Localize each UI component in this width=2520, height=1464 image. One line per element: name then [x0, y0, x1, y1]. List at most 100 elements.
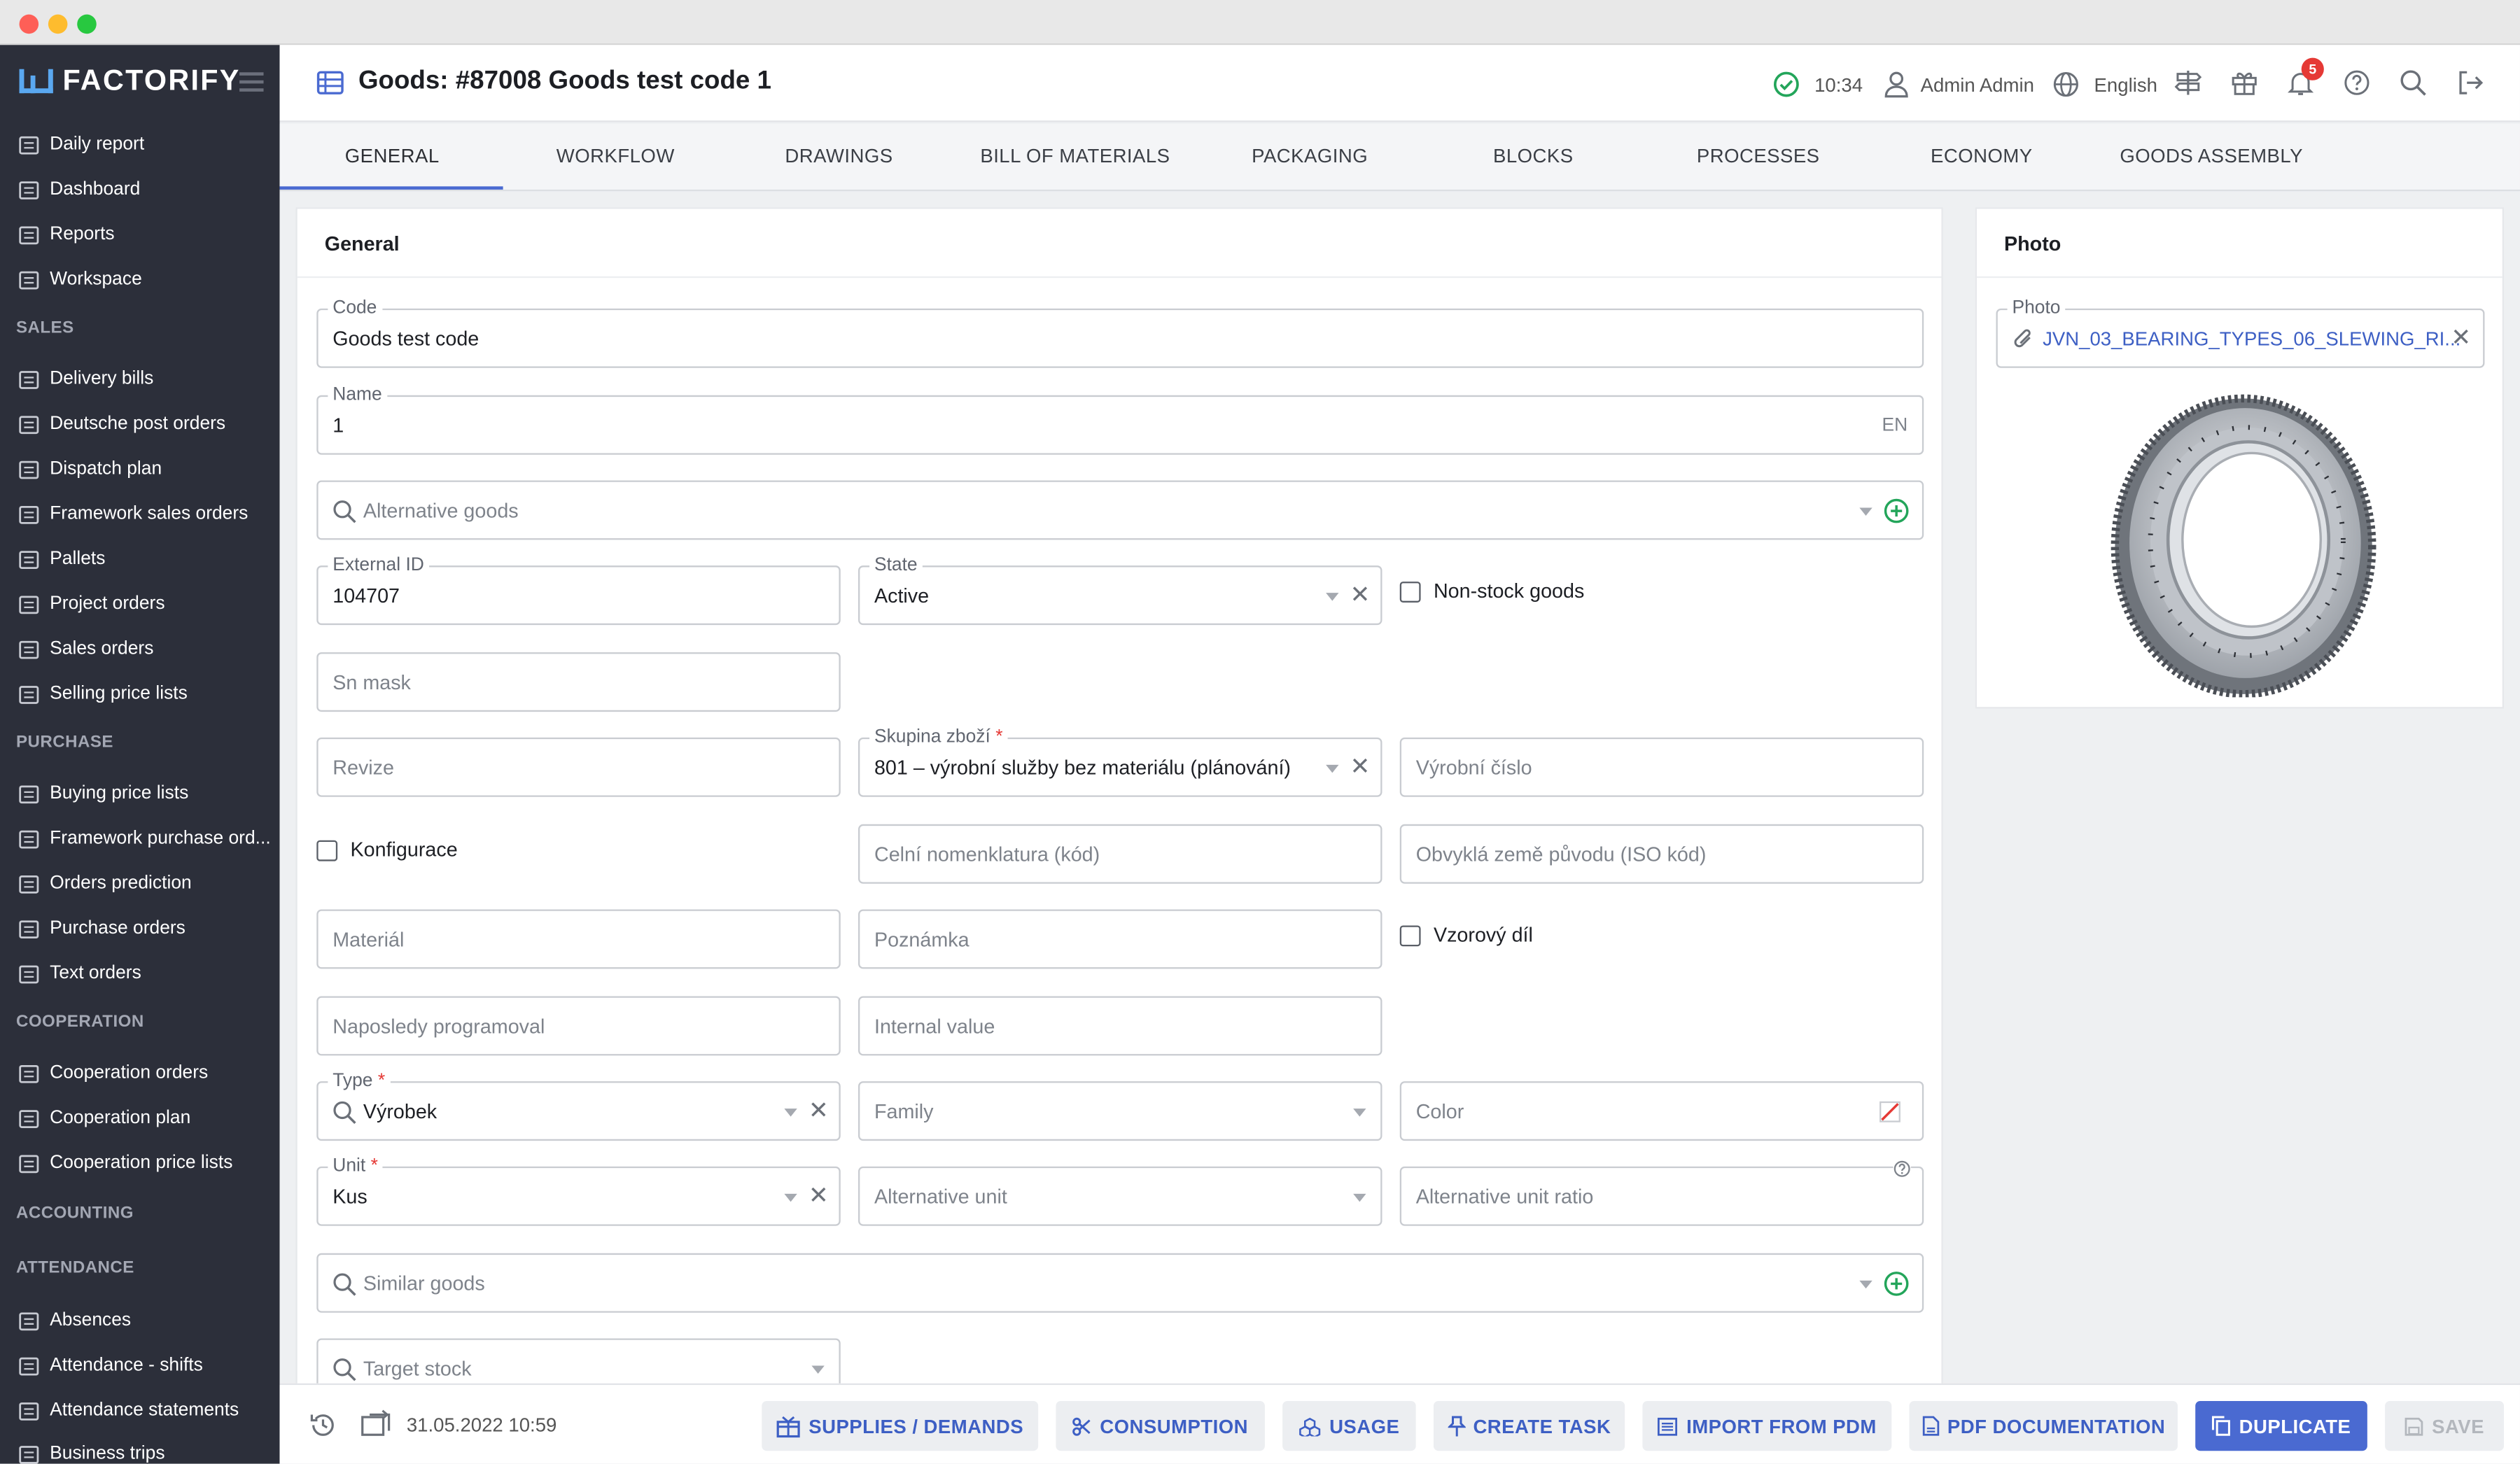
- import-from-pdm-button[interactable]: IMPORT FROM PDM: [1642, 1401, 1892, 1451]
- window-minimize-button[interactable]: [48, 14, 68, 34]
- alternative-unit-select[interactable]: Alternative unit: [858, 1166, 1382, 1226]
- poznamka-field[interactable]: Poznámka: [858, 909, 1382, 969]
- dropdown-arrow-icon[interactable]: [811, 1365, 825, 1374]
- type-select[interactable]: Type * Výrobek ✕: [316, 1070, 841, 1141]
- logout-icon[interactable]: [2456, 69, 2484, 97]
- duplicate-button[interactable]: DUPLICATE: [2195, 1401, 2367, 1451]
- pdf-documentation-button[interactable]: PDF DOCUMENTATION: [1909, 1401, 2178, 1451]
- naposledy-programoval-field[interactable]: Naposledy programoval: [316, 996, 841, 1056]
- window-maximize-button[interactable]: [77, 14, 97, 34]
- checkbox-box[interactable]: [316, 839, 338, 861]
- tab-item[interactable]: BLOCKS: [1413, 145, 1653, 167]
- language-selector[interactable]: English: [2052, 71, 2157, 98]
- non-stock-checkbox[interactable]: Non-stock goods: [1399, 580, 1584, 603]
- no-color-icon[interactable]: [1879, 1101, 1901, 1123]
- signpost-icon[interactable]: [2174, 69, 2202, 97]
- skupina-select[interactable]: Skupina zboží * 801 – výrobní služby bez…: [858, 726, 1382, 797]
- add-circle-icon[interactable]: [1884, 498, 1910, 524]
- vzorovy-dil-checkbox[interactable]: Vzorový díl: [1399, 924, 1533, 946]
- tab-item[interactable]: WORKFLOW: [495, 145, 736, 167]
- sidebar-item[interactable]: Business trips: [0, 1432, 279, 1464]
- sn-mask-field[interactable]: Sn mask: [316, 652, 841, 712]
- sidebar-item[interactable]: Absences: [0, 1298, 279, 1343]
- external-id-field[interactable]: External ID 104707: [316, 554, 841, 626]
- sidebar-item[interactable]: Dashboard: [0, 167, 279, 212]
- product-photo-image[interactable]: [2106, 392, 2379, 698]
- clear-icon[interactable]: ✕: [1350, 582, 1371, 609]
- konfigurace-checkbox[interactable]: Konfigurace: [316, 838, 458, 861]
- photo-file-field[interactable]: Photo JVN_03_BEARING_TYPES_06_SLEWING_RI…: [1996, 297, 2485, 368]
- name-field[interactable]: Name 1 EN: [316, 383, 1924, 455]
- sidebar-item[interactable]: Framework sales orders: [0, 492, 279, 537]
- change-history-icon[interactable]: [360, 1409, 392, 1438]
- color-picker-field[interactable]: Color: [1399, 1081, 1924, 1141]
- sidebar-item[interactable]: Project orders: [0, 582, 279, 626]
- window-close-button[interactable]: [19, 14, 39, 34]
- vyrobni-cislo-field[interactable]: Výrobní číslo: [1399, 737, 1924, 797]
- help-icon[interactable]: [1893, 1160, 1911, 1178]
- gift-icon[interactable]: [2231, 69, 2258, 97]
- language-code-badge[interactable]: EN: [1882, 416, 1908, 436]
- sidebar-item[interactable]: Cooperation price lists: [0, 1141, 279, 1185]
- tab-item[interactable]: GOODS ASSEMBLY: [2091, 145, 2332, 167]
- zeme-puvodu-field[interactable]: Obvyklá země původu (ISO kód): [1399, 824, 1924, 884]
- add-circle-icon[interactable]: [1884, 1271, 1910, 1297]
- sidebar-item[interactable]: Deutsche post orders: [0, 402, 279, 446]
- user-menu[interactable]: Admin Admin: [1884, 71, 2034, 98]
- tab-item[interactable]: GENERAL: [272, 145, 512, 167]
- sidebar-item[interactable]: Pallets: [0, 537, 279, 582]
- save-button[interactable]: SAVE: [2385, 1401, 2505, 1451]
- family-select[interactable]: Family: [858, 1081, 1382, 1141]
- dropdown-arrow-icon[interactable]: [784, 1193, 797, 1202]
- history-icon[interactable]: [309, 1411, 337, 1440]
- dropdown-arrow-icon[interactable]: [1353, 1193, 1366, 1202]
- unit-select[interactable]: Unit * Kus ✕: [316, 1155, 841, 1226]
- revize-field[interactable]: Revize: [316, 737, 841, 797]
- brand-logo[interactable]: FACTORIFY: [18, 64, 240, 98]
- internal-value-field[interactable]: Internal value: [858, 996, 1382, 1056]
- tab-item[interactable]: BILL OF MATERIALS: [955, 145, 1196, 167]
- sidebar-item[interactable]: Dispatch plan: [0, 446, 279, 491]
- clear-icon[interactable]: ✕: [1350, 754, 1371, 781]
- sidebar-item[interactable]: Attendance statements: [0, 1388, 279, 1433]
- sidebar-item[interactable]: Purchase orders: [0, 906, 279, 951]
- remove-photo-icon[interactable]: ✕: [2451, 325, 2471, 352]
- tab-item[interactable]: PROCESSES: [1638, 145, 1879, 167]
- sidebar-item[interactable]: Attendance - shifts: [0, 1343, 279, 1388]
- tab-item[interactable]: ECONOMY: [1861, 145, 2102, 167]
- photo-filename-link[interactable]: JVN_03_BEARING_TYPES_06_SLEWING_RI...: [2043, 328, 2460, 350]
- tab-item[interactable]: PACKAGING: [1189, 145, 1430, 167]
- checkbox-box[interactable]: [1399, 580, 1421, 602]
- sidebar-item[interactable]: Framework purchase ord...: [0, 816, 279, 861]
- alternative-unit-ratio-field[interactable]: Alternative unit ratio: [1399, 1160, 1924, 1226]
- material-field[interactable]: Materiál: [316, 909, 841, 969]
- clear-icon[interactable]: ✕: [808, 1097, 829, 1125]
- dropdown-arrow-icon[interactable]: [1326, 593, 1339, 601]
- dropdown-arrow-icon[interactable]: [1859, 1280, 1872, 1289]
- sidebar-item[interactable]: Cooperation orders: [0, 1051, 279, 1096]
- sidebar-item[interactable]: Text orders: [0, 951, 279, 996]
- sidebar-item[interactable]: Buying price lists: [0, 771, 279, 816]
- alternative-goods-field[interactable]: Alternative goods: [316, 480, 1924, 540]
- dropdown-arrow-icon[interactable]: [1353, 1108, 1366, 1117]
- menu-toggle-icon[interactable]: [239, 72, 264, 96]
- consumption-button[interactable]: CONSUMPTION: [1056, 1401, 1265, 1451]
- sidebar-item[interactable]: Orders prediction: [0, 861, 279, 906]
- clear-icon[interactable]: ✕: [808, 1183, 829, 1210]
- celni-nomenklatura-field[interactable]: Celní nomenklatura (kód): [858, 824, 1382, 884]
- notifications-button[interactable]: 5: [2287, 57, 2324, 97]
- help-icon[interactable]: [2343, 69, 2370, 97]
- dropdown-arrow-icon[interactable]: [1859, 507, 1872, 516]
- create-task-button[interactable]: CREATE TASK: [1433, 1401, 1625, 1451]
- code-field[interactable]: Code Goods test code: [316, 297, 1924, 368]
- usage-button[interactable]: USAGE: [1282, 1401, 1416, 1451]
- tab-item[interactable]: DRAWINGS: [718, 145, 959, 167]
- sidebar-item[interactable]: Daily report: [0, 122, 279, 167]
- sidebar-item[interactable]: Selling price lists: [0, 672, 279, 717]
- sidebar-item[interactable]: Delivery bills: [0, 357, 279, 402]
- dropdown-arrow-icon[interactable]: [1326, 764, 1339, 773]
- checkbox-box[interactable]: [1399, 924, 1421, 946]
- sidebar-item[interactable]: Reports: [0, 212, 279, 257]
- sidebar-item[interactable]: Workspace: [0, 257, 279, 302]
- sidebar-item[interactable]: Cooperation plan: [0, 1096, 279, 1141]
